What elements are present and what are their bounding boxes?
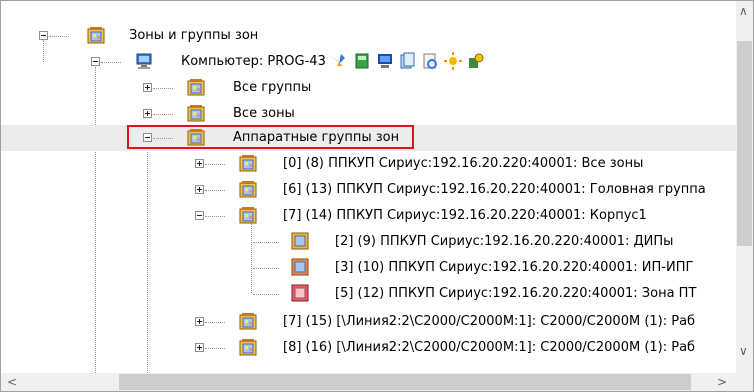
tree-label: [2] (9) ППКУП Сириус:192.16.20.220:40001… [335, 234, 674, 249]
zone-icon [291, 232, 309, 250]
zone-group-icon [87, 27, 105, 44]
expand-toggle[interactable] [195, 185, 204, 194]
scroll-up-button[interactable]: ∧ [739, 5, 748, 17]
zone-group-icon [187, 105, 205, 122]
sun-icon[interactable] [444, 52, 462, 70]
notebook-icon[interactable] [353, 52, 371, 70]
scroll-left-button[interactable]: < [7, 376, 17, 388]
tree-line [205, 216, 225, 218]
zone-group-icon [239, 207, 257, 224]
expand-toggle[interactable] [143, 83, 152, 92]
horizontal-scrollbar[interactable]: < > [1, 373, 736, 391]
tree-row-all-zones[interactable]: Все зоны [1, 101, 736, 127]
vertical-scroll-thumb[interactable] [737, 41, 752, 246]
zone-group-icon [239, 181, 257, 198]
expand-toggle[interactable] [195, 159, 204, 168]
documents-icon[interactable] [398, 52, 416, 70]
tree-label: Компьютер: PROG-43 [181, 54, 326, 69]
tree-label: [5] (12) ППКУП Сириус:192.16.20.220:4000… [335, 286, 697, 301]
selection-highlight-box [127, 125, 414, 149]
tree-row-group-item[interactable]: [0] (8) ППКУП Сириус:192.16.20.220:40001… [1, 151, 736, 177]
tree-label: Зоны и группы зон [129, 28, 259, 43]
computer-icon [136, 53, 152, 69]
expand-toggle[interactable] [195, 343, 204, 352]
tree-row-computer[interactable]: Компьютер: PROG-43 [1, 49, 736, 75]
tree-row-zone-item[interactable]: [3] (10) ППКУП Сириус:192.16.20.220:4000… [1, 255, 736, 281]
tree-line [49, 36, 69, 38]
tree-row-all-groups[interactable]: Все группы [1, 75, 736, 101]
tree-row-zone-item[interactable]: [2] (9) ППКУП Сириус:192.16.20.220:40001… [1, 229, 736, 255]
tree-line [253, 294, 279, 296]
tree-label: Все группы [233, 80, 312, 95]
tree-line [153, 114, 173, 116]
tree-label: [6] (13) ППКУП Сириус:192.16.20.220:4000… [283, 182, 706, 197]
tree-line [101, 62, 121, 64]
tree-row-group-item[interactable]: [6] (13) ППКУП Сириус:192.16.20.220:4000… [1, 177, 736, 203]
tree-row-line-item[interactable]: [7] (15) [\Линия2:2\C2000/C2000M:1]: C20… [1, 309, 736, 335]
warning-arrow-icon[interactable] [329, 52, 347, 70]
zones-tree[interactable]: Зоны и группы зон Компьютер: PROG-43 Все… [1, 1, 736, 373]
zone-group-icon [239, 339, 257, 356]
tree-label: [3] (10) ППКУП Сириус:192.16.20.220:4000… [335, 260, 694, 275]
scroll-right-button[interactable]: > [717, 376, 727, 388]
tree-label: [0] (8) ППКУП Сириус:192.16.20.220:40001… [283, 156, 644, 171]
tree-line [205, 348, 225, 350]
zone-icon [291, 258, 309, 276]
expand-toggle[interactable] [143, 109, 152, 118]
tree-line [153, 88, 173, 90]
vertical-scrollbar[interactable]: ∧ ∨ [736, 1, 753, 373]
zones-tree-panel: Зоны и группы зон Компьютер: PROG-43 Все… [0, 0, 754, 392]
tree-line [253, 242, 279, 244]
collapse-toggle[interactable] [39, 31, 48, 40]
tree-label: [7] (15) [\Линия2:2\C2000/C2000M:1]: C20… [283, 314, 696, 329]
tree-row-line-item[interactable]: [8] (16) [\Линия2:2\C2000/C2000M:1]: C20… [1, 335, 736, 361]
tree-label: [8] (16) [\Линия2:2\C2000/C2000M:1]: C20… [283, 340, 696, 355]
keys-icon[interactable] [467, 52, 485, 70]
monitor-icon[interactable] [376, 52, 394, 70]
tree-line [253, 268, 279, 270]
scrollbar-corner [736, 373, 753, 391]
tree-row-group-item[interactable]: [7] (14) ППКУП Сириус:192.16.20.220:4000… [1, 203, 736, 229]
tree-label: [7] (14) ППКУП Сириус:192.16.20.220:4000… [283, 208, 647, 223]
tree-label: Все зоны [233, 106, 295, 121]
zone-group-icon [239, 155, 257, 172]
zone-group-icon [187, 79, 205, 96]
expand-toggle[interactable] [195, 317, 204, 326]
collapse-toggle[interactable] [91, 57, 100, 66]
collapse-toggle[interactable] [195, 211, 204, 220]
tree-row-zone-item[interactable]: [5] (12) ППКУП Сириус:192.16.20.220:4000… [1, 281, 736, 307]
refresh-icon[interactable] [421, 52, 439, 70]
tree-line [205, 322, 225, 324]
zone-group-icon [239, 313, 257, 330]
tree-line [205, 190, 225, 192]
horizontal-scroll-thumb[interactable] [119, 374, 691, 390]
zone-icon [291, 284, 309, 302]
tree-line [205, 164, 225, 166]
tree-row-root[interactable]: Зоны и группы зон [1, 23, 736, 49]
scroll-down-button[interactable]: ∨ [739, 345, 748, 357]
